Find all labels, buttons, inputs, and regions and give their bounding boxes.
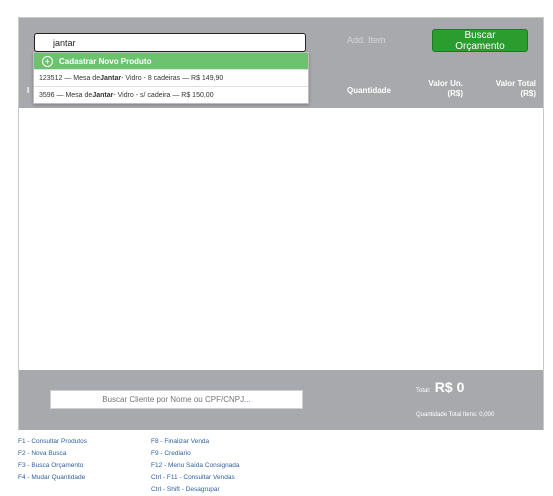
item-prefix: 123512 — Mesa de <box>39 74 101 82</box>
shortcuts-right: F8 - Finalizar Venda F9 - Crediario F12 … <box>151 436 240 496</box>
column-header-fragment: I <box>27 86 30 95</box>
dropdown-product-item[interactable]: 3596 — Mesa de Jantar - Vidro - s/ cadei… <box>34 86 308 103</box>
total-value-currency: (R$) <box>520 89 536 98</box>
shortcut-consultar-produtos[interactable]: F1 - Consultar Produtos <box>18 436 87 448</box>
dropdown-product-item[interactable]: 123512 — Mesa de Jantar - Vidro - 8 cade… <box>34 69 308 86</box>
item-highlight: Jantar <box>100 74 122 82</box>
shortcut-mudar-quantidade[interactable]: F4 - Mudar Quantidade <box>18 472 87 484</box>
column-header-total-value: Valor Total (R$) <box>483 79 536 99</box>
product-autocomplete-dropdown: + Cadastrar Novo Produto 123512 — Mesa d… <box>33 52 309 104</box>
item-highlight: Jantar <box>92 91 114 99</box>
shortcuts-left: F1 - Consultar Produtos F2 - Nova Busca … <box>18 436 87 484</box>
item-suffix: - Vidro - 8 cadeiras — R$ 149,90 <box>121 74 224 82</box>
product-search-input[interactable] <box>34 33 306 52</box>
unit-value-label: Valor Un. <box>428 79 463 88</box>
new-product-label: Cadastrar Novo Produto <box>59 56 152 66</box>
shortcut-busca-orcamento[interactable]: F3 - Busca Orçamento <box>18 460 87 472</box>
total-value: R$ 0 <box>434 379 465 395</box>
total-value-label: Valor Total <box>495 79 536 88</box>
item-prefix: 3596 — Mesa de <box>39 91 93 99</box>
add-item-button[interactable]: Add. Item <box>347 35 386 45</box>
shortcut-consultar-vendas[interactable]: Ctrl - F11 - Consultar Vendas <box>151 472 240 484</box>
shortcut-crediario[interactable]: F9 - Crediario <box>151 448 240 460</box>
client-search-input[interactable] <box>50 390 303 409</box>
cadastrar-novo-produto-option[interactable]: + Cadastrar Novo Produto <box>34 53 308 69</box>
shortcut-desagrupar[interactable]: Ctrl - Shift - Desagrupar <box>151 484 240 496</box>
column-header-unit-value: Valor Un. (R$) <box>413 79 463 99</box>
unit-value-currency: (R$) <box>447 89 463 98</box>
shortcut-finalizar-venda[interactable]: F8 - Finalizar Venda <box>151 436 240 448</box>
item-suffix: - Vidro - s/ cadeira — R$ 150,00 <box>113 91 214 99</box>
column-header-quantity: Quantidade <box>347 86 392 95</box>
total-display: Total: R$ 0 <box>416 379 464 397</box>
bottom-bar: Total: R$ 0 Quantidade Total Itens: 0,00… <box>19 370 543 430</box>
plus-circle-icon: + <box>42 55 53 67</box>
shortcut-nova-busca[interactable]: F2 - Nova Busca <box>18 448 87 460</box>
shortcut-menu-saida-consignada[interactable]: F12 - Menu Saída Consignada <box>151 460 240 472</box>
total-label: Total: <box>416 388 431 394</box>
buscar-orcamento-button[interactable]: Buscar Orçamento <box>432 29 528 52</box>
quantity-total: Quantidade Total Itens: 0,000 <box>416 412 495 418</box>
